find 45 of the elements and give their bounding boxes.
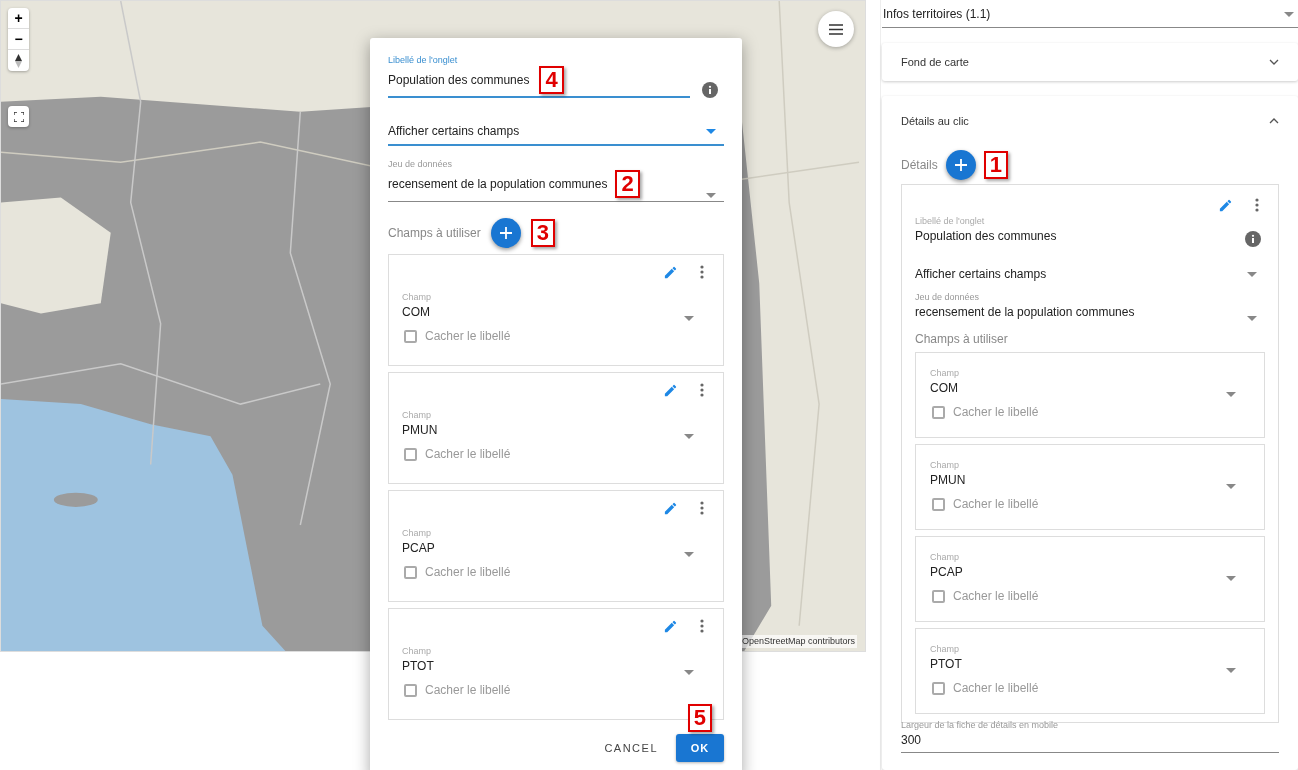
callout-number: 3	[530, 219, 555, 247]
select-value: Afficher certains champs	[915, 266, 1047, 283]
field-label: Champ	[930, 459, 960, 471]
section-heading: Champs à utiliser	[388, 225, 481, 242]
checkbox-label: Cacher le libellé	[425, 446, 511, 463]
field-label: Libellé de l'onglet	[388, 54, 459, 66]
checkbox-label: Cacher le libellé	[953, 680, 1039, 697]
callout-number: 4	[539, 66, 564, 94]
field-label: Libellé de l'onglet	[915, 215, 986, 227]
field-label: Champ	[402, 291, 431, 303]
checkbox-label: Cacher le libellé	[953, 404, 1039, 421]
field-value: COM	[930, 380, 959, 397]
field-label: Champ	[402, 527, 432, 539]
callout-number: 1	[983, 151, 1008, 179]
field-label: Champ	[930, 643, 960, 655]
field-value: PTOT	[402, 658, 434, 675]
checkbox-label: Cacher le libellé	[425, 564, 511, 581]
field-label: Champ	[930, 551, 960, 563]
checkbox-label: Cacher le libellé	[425, 682, 511, 699]
field-value: recensement de la population communes	[915, 304, 1135, 321]
checkbox-label: Cacher le libellé	[953, 588, 1039, 605]
field-value: Population des communes	[388, 72, 530, 89]
field-label: Jeu de données	[388, 158, 454, 170]
select-value: Afficher certains champs	[388, 123, 520, 140]
callout-number: 5	[687, 704, 712, 732]
field-value: COM	[402, 304, 431, 321]
callout-number: 2	[615, 170, 640, 198]
checkbox-label: Cacher le libellé	[953, 496, 1039, 513]
field-value: 300	[901, 732, 923, 749]
field-value: PCAP	[402, 540, 435, 557]
section-heading: Détails	[901, 157, 938, 174]
field-label: Largeur de la fiche de détails en mobile	[901, 719, 1060, 731]
field-label: Champ	[402, 409, 432, 421]
section-heading: Champs à utiliser	[915, 331, 1008, 348]
field-value: PTOT	[930, 656, 962, 673]
select-value: Infos territoires (1.1)	[883, 6, 991, 23]
field-label: Champ	[930, 367, 959, 379]
field-value: PCAP	[930, 564, 963, 581]
field-value: PMUN	[402, 422, 438, 439]
field-value: PMUN	[930, 472, 966, 489]
checkbox-label: Cacher le libellé	[425, 328, 511, 345]
field-value: recensement de la population communes	[388, 176, 608, 193]
field-label: Champ	[402, 645, 432, 657]
field-value: Population des communes	[915, 228, 1057, 245]
field-label: Jeu de données	[915, 291, 981, 303]
